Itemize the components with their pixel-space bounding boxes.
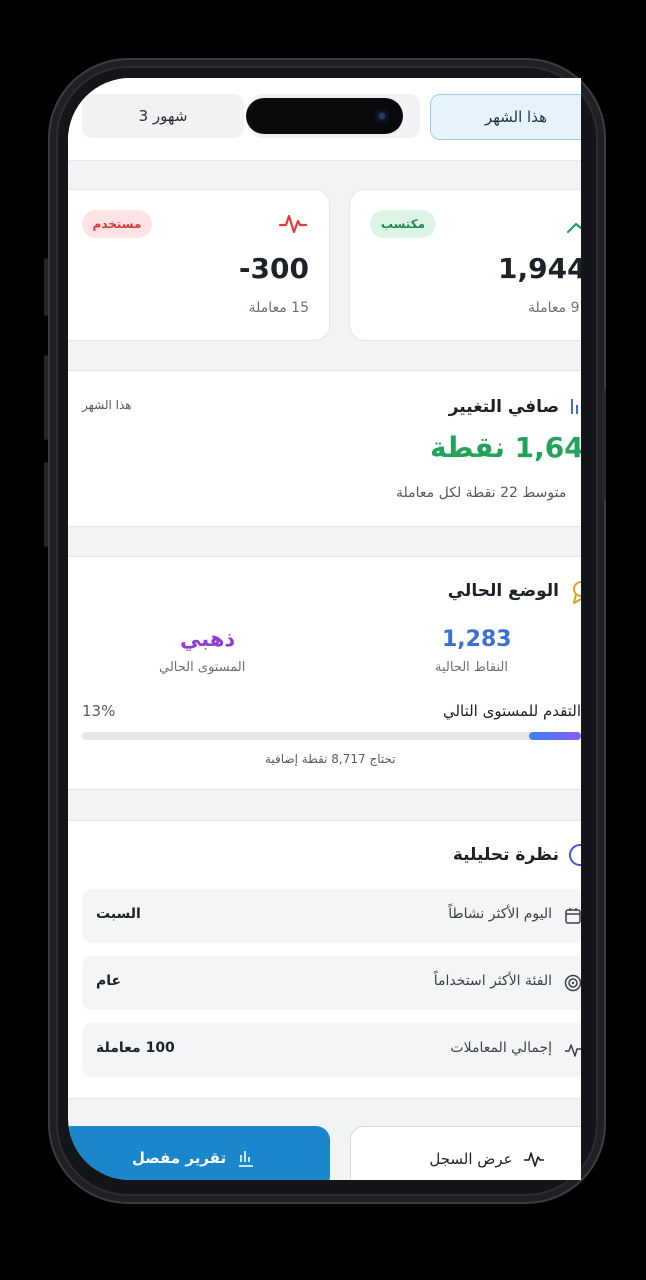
current-points-value: 1,283 — [442, 627, 512, 652]
insight-row-value: السبت — [96, 906, 141, 922]
earned-points-card: مكتسب 1,944+ 97 معاملة — [349, 189, 581, 341]
phone-volume-up — [44, 258, 48, 316]
net-change-value-text: +1,644 نقطة — [430, 431, 581, 464]
insight-row: عام الفئة الأكثر استخداماً — [82, 956, 581, 1010]
used-badge: مستخدم — [82, 210, 152, 238]
insight-row-label: إجمالي المعاملات — [450, 1040, 552, 1056]
progress-percent: 13% — [82, 702, 116, 720]
insight-row-value: 100 معاملة — [96, 1040, 175, 1056]
dynamic-island — [246, 98, 403, 134]
view-history-label: عرض السجل — [429, 1150, 513, 1168]
progress-bar — [82, 732, 581, 740]
insight-row: السبت اليوم الأكثر نشاطاً — [82, 889, 581, 943]
used-points-card: مستخدم -300 15 معاملة — [68, 189, 330, 341]
medal-icon — [573, 581, 581, 604]
insights-title: نظرة تحليلية — [452, 845, 559, 865]
points-needed: تحتاج 8,717 نقطة إضافية — [265, 752, 396, 766]
phone-volume-down — [44, 355, 48, 440]
used-value: -300 — [238, 252, 309, 285]
insight-row-label: اليوم الأكثر نشاطاً — [448, 906, 552, 922]
insight-row-label: الفئة الأكثر استخداماً — [433, 973, 552, 989]
bar-chart-icon — [571, 399, 578, 414]
phone-power-button — [602, 390, 606, 500]
bar-chart-icon — [239, 1151, 254, 1167]
trending-up-icon — [566, 222, 581, 234]
status-title: الوضع الحالي — [447, 581, 559, 601]
tab-three-months[interactable]: 3 شهور — [82, 94, 244, 138]
insights-section: نظرة تحليلية السبت اليوم الأكثر نشاطاً ع… — [68, 820, 581, 1099]
earned-badge: مكتسب — [370, 210, 436, 238]
detailed-report-label: تقرير مفصل — [131, 1149, 227, 1167]
current-level-value: ذهبي — [180, 627, 236, 651]
net-change-value: +1,644 نقطة — [430, 431, 581, 464]
calendar-icon — [565, 908, 581, 924]
current-points-label: النقاط الحالية — [435, 660, 508, 675]
app-screen: 3 شهور هذا الشهر مستخدم -300 15 معاملة م… — [68, 78, 581, 1180]
phone-mute-switch — [44, 462, 48, 547]
net-change-section: هذا الشهر صافي التغيير +1,644 نقطة متوسط… — [68, 370, 581, 527]
target-icon — [564, 974, 581, 992]
insight-circle-icon — [569, 844, 581, 866]
detailed-report-button[interactable]: تقرير مفصل — [68, 1126, 330, 1180]
net-change-average: متوسط 22 نقطة لكل معاملة — [396, 485, 567, 501]
activity-icon — [523, 1152, 544, 1167]
insight-row: 100 معاملة إجمالي المعاملات — [82, 1023, 581, 1077]
camera-icon — [375, 109, 389, 123]
net-change-period: هذا الشهر — [82, 398, 132, 412]
current-level-label: المستوى الحالي — [159, 660, 246, 675]
activity-icon — [565, 1044, 581, 1057]
earned-count: 97 معاملة — [528, 300, 581, 316]
progress-fill — [529, 732, 581, 740]
view-history-button[interactable]: عرض السجل — [350, 1126, 581, 1180]
tab-this-month-label: هذا الشهر — [484, 108, 548, 126]
used-count: 15 معاملة — [248, 300, 309, 316]
activity-icon — [279, 214, 307, 234]
progress-label: التقدم للمستوى التالي — [442, 702, 581, 720]
tab-three-months-label: 3 شهور — [138, 107, 188, 125]
insight-row-value: عام — [96, 973, 122, 989]
earned-value: 1,944+ — [498, 252, 581, 285]
current-status-section: الوضع الحالي 1,283 النقاط الحالية ذهبي ا… — [68, 556, 581, 790]
net-change-title: صافي التغيير — [448, 397, 559, 417]
tab-this-month[interactable]: هذا الشهر — [430, 94, 581, 140]
